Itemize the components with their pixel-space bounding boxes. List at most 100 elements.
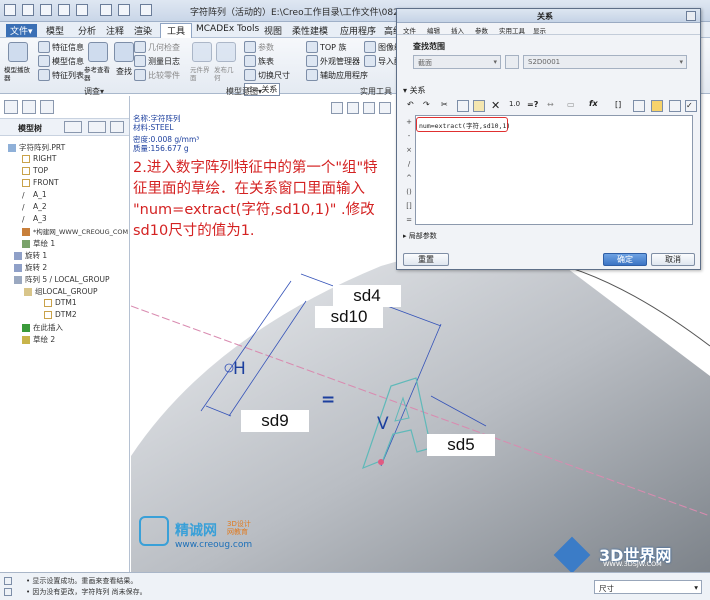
menu-insert[interactable]: 插入 bbox=[451, 25, 464, 35]
tab-view[interactable]: 视图 bbox=[264, 24, 282, 37]
message-icon[interactable] bbox=[4, 577, 12, 585]
import-icon[interactable] bbox=[651, 100, 663, 112]
windows-icon[interactable] bbox=[118, 4, 130, 16]
find-button[interactable]: 查找 bbox=[116, 66, 132, 77]
tab-analysis[interactable]: 分析 bbox=[78, 24, 96, 37]
plus-icon[interactable]: + bbox=[403, 115, 415, 129]
close-window-icon[interactable] bbox=[140, 4, 152, 16]
parameters-button[interactable]: 参数 bbox=[258, 42, 274, 53]
reference-viewer-icon[interactable] bbox=[88, 42, 108, 62]
zoom-in-icon[interactable] bbox=[347, 102, 359, 114]
tab-applications[interactable]: 应用程序 bbox=[340, 24, 376, 37]
insert-param-icon[interactable]: ▭ bbox=[567, 100, 581, 112]
dim-sd9[interactable]: sd9 bbox=[241, 410, 309, 432]
refit-icon[interactable] bbox=[331, 102, 343, 114]
tree-settings-icon[interactable] bbox=[64, 121, 82, 133]
minus-icon[interactable]: - bbox=[403, 129, 415, 143]
redo-icon[interactable]: ↷ bbox=[423, 100, 435, 112]
model-player-icon[interactable] bbox=[8, 42, 28, 62]
tab-model[interactable]: 模型 bbox=[46, 24, 64, 37]
tree-filter-icon[interactable] bbox=[88, 121, 106, 133]
tree-item-dtm2[interactable]: DTM2 bbox=[44, 310, 77, 319]
component-interface-icon[interactable] bbox=[192, 42, 212, 62]
menu-utilities[interactable]: 实用工具 bbox=[499, 25, 525, 35]
times-icon[interactable]: × bbox=[403, 143, 415, 157]
sketch-select[interactable]: S2D0001 ▾ bbox=[523, 55, 687, 69]
dim-v[interactable]: V bbox=[377, 414, 389, 434]
scope-select[interactable]: 截面 ▾ bbox=[413, 55, 501, 69]
feature-info-button[interactable]: 特征信息 bbox=[52, 42, 84, 53]
sort-icon[interactable]: ↔ bbox=[547, 100, 561, 112]
tree-item-revolve2[interactable]: 旋转 2 bbox=[14, 262, 47, 273]
component-interface-button[interactable]: 元件界面 bbox=[190, 66, 212, 82]
tab-flexible-modeling[interactable]: 柔性建模 bbox=[292, 24, 328, 37]
tree-item-sketch1[interactable]: 草绘 1 bbox=[22, 238, 55, 249]
publish-geometry-icon[interactable] bbox=[216, 42, 236, 62]
repaint-icon[interactable] bbox=[379, 102, 391, 114]
feature-list-button[interactable]: 特征列表 bbox=[52, 70, 84, 81]
local-params-section[interactable]: ▸ 局部参数 bbox=[403, 231, 437, 241]
paste-icon[interactable] bbox=[473, 100, 485, 112]
redo-icon[interactable] bbox=[76, 4, 88, 16]
equals-icon[interactable]: = bbox=[403, 213, 415, 227]
bracket-icon[interactable]: [] bbox=[615, 100, 627, 112]
dim-sd10[interactable]: sd10 bbox=[315, 306, 383, 328]
measure-log-button[interactable]: 测量日志 bbox=[148, 56, 180, 67]
menu-parameters[interactable]: 参数 bbox=[475, 25, 488, 35]
tree-item-top[interactable]: TOP bbox=[22, 166, 48, 175]
top-family-button[interactable]: TOP 族 bbox=[320, 42, 347, 53]
tree-item-pattern[interactable]: 阵列 5 / LOCAL_GROUP bbox=[14, 274, 110, 285]
dim-sd4[interactable]: sd4 bbox=[333, 285, 401, 307]
tree-item-front[interactable]: FRONT bbox=[22, 178, 59, 187]
relations-section-label[interactable]: ▾ 关系 bbox=[403, 85, 426, 96]
menu-file[interactable]: 文件 bbox=[403, 25, 416, 35]
caret-icon[interactable]: ^ bbox=[403, 171, 415, 185]
tree-item-revolve1[interactable]: 旋转 1 bbox=[14, 250, 47, 261]
tab-tools[interactable]: 工具 bbox=[160, 23, 193, 38]
tab-file[interactable]: 文件▾ bbox=[6, 24, 37, 37]
regenerate-icon[interactable] bbox=[100, 4, 112, 16]
selection-filter[interactable]: 尺寸 ▾ bbox=[594, 580, 702, 594]
tree-item-sketch2[interactable]: 草绘 2 bbox=[22, 334, 55, 345]
copy-icon[interactable] bbox=[457, 100, 469, 112]
function-icon[interactable]: fx bbox=[589, 99, 607, 111]
favorites-icon[interactable] bbox=[40, 100, 54, 114]
tree-item-a3[interactable]: / A_3 bbox=[22, 214, 47, 224]
graphics-toggle-icon[interactable] bbox=[4, 588, 12, 596]
publish-geometry-button[interactable]: 发布几何 bbox=[214, 66, 236, 82]
check-icon[interactable]: ✓ bbox=[685, 100, 697, 112]
menu-edit[interactable]: 编辑 bbox=[427, 25, 440, 35]
brackets-icon[interactable]: [] bbox=[403, 199, 415, 213]
appearance-manager-button[interactable]: 外观管理器 bbox=[320, 56, 360, 67]
tree-item-insert-here[interactable]: 在此插入 bbox=[22, 322, 63, 333]
open-icon[interactable] bbox=[22, 4, 34, 16]
parens-icon[interactable]: () bbox=[403, 185, 415, 199]
tree-item-a1[interactable]: / A_1 bbox=[22, 190, 47, 200]
tree-item-part[interactable]: 字符阵列.PRT bbox=[8, 142, 65, 153]
model-info-button[interactable]: 模型信息 bbox=[52, 56, 84, 67]
geometry-check-button[interactable]: 几何检查 bbox=[148, 42, 180, 53]
relations-editor[interactable]: num=extract(字符,sd10,1) bbox=[415, 115, 693, 225]
export-icon[interactable] bbox=[669, 100, 681, 112]
delete-icon[interactable]: ✕ bbox=[491, 99, 503, 112]
tree-item-csys[interactable]: *构建网_WWW_CREOUG_COM bbox=[22, 226, 128, 236]
save-icon[interactable] bbox=[40, 4, 52, 16]
ok-button[interactable]: 确定 bbox=[603, 253, 647, 266]
reference-viewer-button[interactable]: 参考查看器 bbox=[84, 66, 112, 82]
switch-dimensions-button[interactable]: 切换尺寸 bbox=[258, 70, 290, 81]
tree-item-dtm1[interactable]: DTM1 bbox=[44, 298, 77, 307]
tree-item-group[interactable]: 组LOCAL_GROUP bbox=[24, 286, 98, 297]
dim-h[interactable]: H bbox=[233, 359, 246, 379]
undo-icon[interactable] bbox=[58, 4, 70, 16]
reset-button[interactable]: 重置 bbox=[403, 253, 449, 266]
cut-icon[interactable]: ✂ bbox=[441, 100, 453, 112]
cancel-button[interactable]: 取消 bbox=[651, 253, 695, 266]
find-icon[interactable] bbox=[114, 42, 134, 62]
select-pointer-icon[interactable] bbox=[505, 55, 519, 69]
tree-item-right[interactable]: RIGHT bbox=[22, 154, 56, 163]
units-icon[interactable] bbox=[633, 100, 645, 112]
new-icon[interactable] bbox=[4, 4, 16, 16]
model-player-button[interactable]: 模型播放器 bbox=[4, 66, 36, 82]
auxiliary-app-button[interactable]: 辅助应用程序 bbox=[320, 70, 368, 81]
menu-show[interactable]: 显示 bbox=[533, 25, 546, 35]
